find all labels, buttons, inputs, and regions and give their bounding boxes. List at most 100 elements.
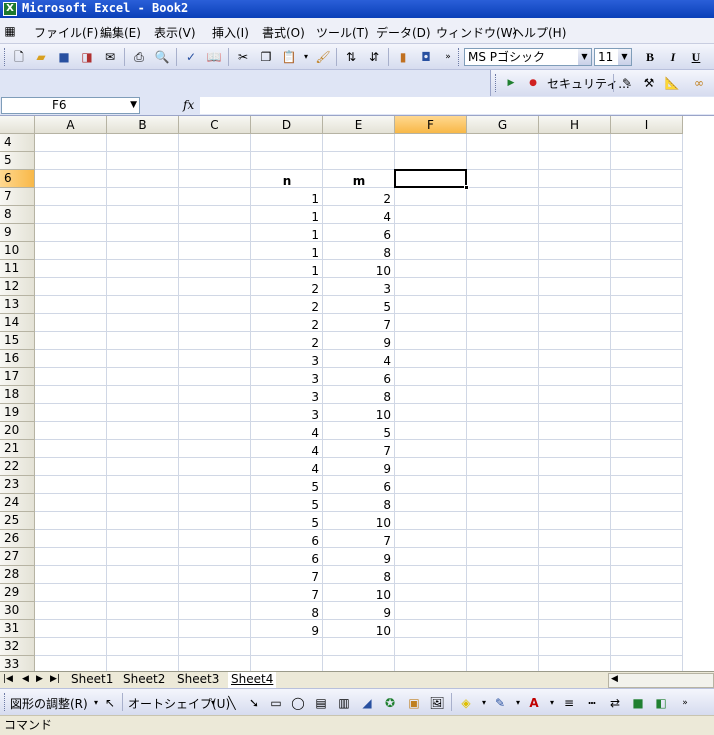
row-header-7[interactable]: 7 bbox=[0, 188, 35, 206]
data-cell[interactable]: 2 bbox=[323, 188, 395, 206]
data-cell[interactable]: 3 bbox=[251, 350, 323, 368]
fill-color-icon[interactable]: ◈ bbox=[458, 695, 474, 711]
script-editor-icon[interactable]: ∞ bbox=[691, 75, 707, 91]
record-macro-icon[interactable]: ● bbox=[525, 75, 541, 91]
underline-button[interactable]: U bbox=[688, 49, 704, 65]
column-header-i[interactable]: I bbox=[611, 116, 683, 134]
permission-icon[interactable]: ◨ bbox=[79, 49, 95, 65]
row-header-28[interactable]: 28 bbox=[0, 566, 35, 584]
security-button[interactable]: セキュリティ... bbox=[547, 75, 630, 92]
data-cell[interactable]: 3 bbox=[251, 404, 323, 422]
data-cell[interactable]: 1 bbox=[251, 242, 323, 260]
data-cell[interactable]: 3 bbox=[323, 278, 395, 296]
shadow-style-icon[interactable]: ■ bbox=[630, 695, 646, 711]
print-preview-icon[interactable]: 🔍 bbox=[154, 49, 170, 65]
workbook-icon[interactable]: ▦ bbox=[2, 23, 18, 39]
data-cell[interactable]: 6 bbox=[323, 224, 395, 242]
menu-data[interactable]: データ(D) bbox=[376, 24, 431, 41]
column-header-g[interactable]: G bbox=[467, 116, 539, 134]
column-header-e[interactable]: E bbox=[323, 116, 395, 134]
data-cell[interactable]: 8 bbox=[323, 386, 395, 404]
first-sheet-icon[interactable]: |◀ bbox=[3, 674, 13, 684]
data-cell[interactable]: 5 bbox=[323, 296, 395, 314]
menu-insert[interactable]: 挿入(I) bbox=[212, 24, 249, 41]
sheet-tab-2[interactable]: Sheet2 bbox=[120, 672, 168, 688]
arrow-icon[interactable]: ➘ bbox=[246, 695, 262, 711]
row-header-27[interactable]: 27 bbox=[0, 548, 35, 566]
data-cell[interactable]: 8 bbox=[323, 494, 395, 512]
row-header-22[interactable]: 22 bbox=[0, 458, 35, 476]
sheet-tab-1[interactable]: Sheet1 bbox=[68, 672, 116, 688]
column-header-f[interactable]: F bbox=[395, 116, 467, 134]
worksheet-grid[interactable]: A B C D E F G H I 4 5 6 7 8 9 10 11 12 13 14 15 16 17 18 19 20 21 2… bbox=[0, 116, 714, 671]
row-header-31[interactable]: 31 bbox=[0, 620, 35, 638]
research-icon[interactable]: 📖 bbox=[206, 49, 222, 65]
3d-style-icon[interactable]: ◧ bbox=[653, 695, 669, 711]
toolbar-grip[interactable] bbox=[495, 74, 498, 92]
data-cell[interactable]: 3 bbox=[251, 386, 323, 404]
row-header-5[interactable]: 5 bbox=[0, 152, 35, 170]
toolbar-options-icon[interactable]: » bbox=[677, 695, 693, 711]
chevron-down-icon[interactable]: ▾ bbox=[510, 695, 526, 711]
name-box[interactable]: F6 ▼ bbox=[1, 97, 140, 114]
sheet-tab-3[interactable]: Sheet3 bbox=[174, 672, 222, 688]
data-cell[interactable]: 2 bbox=[251, 314, 323, 332]
format-painter-icon[interactable]: 🖌 bbox=[315, 49, 331, 65]
row-header-10[interactable]: 10 bbox=[0, 242, 35, 260]
row-header-29[interactable]: 29 bbox=[0, 584, 35, 602]
control-toolbox-icon[interactable]: ⚒ bbox=[641, 75, 657, 91]
fill-handle[interactable] bbox=[464, 185, 469, 190]
picture-icon[interactable]: 🖼 bbox=[429, 695, 445, 711]
data-cell[interactable]: 9 bbox=[323, 458, 395, 476]
data-cell[interactable]: 4 bbox=[251, 440, 323, 458]
data-cell[interactable]: 2 bbox=[251, 296, 323, 314]
font-color-icon[interactable]: A bbox=[526, 695, 542, 711]
column-header-h[interactable]: H bbox=[539, 116, 611, 134]
excel-icon[interactable]: X bbox=[3, 2, 17, 16]
row-header-16[interactable]: 16 bbox=[0, 350, 35, 368]
data-cell[interactable]: 4 bbox=[251, 422, 323, 440]
data-cell[interactable]: 6 bbox=[323, 368, 395, 386]
chart-wizard-icon[interactable]: ▮ bbox=[395, 49, 411, 65]
row-header-6[interactable]: 6 bbox=[0, 170, 35, 188]
data-cell[interactable]: 5 bbox=[251, 494, 323, 512]
clipart-icon[interactable]: ▣ bbox=[406, 695, 422, 711]
row-header-9[interactable]: 9 bbox=[0, 224, 35, 242]
toolbar-grip[interactable] bbox=[458, 48, 461, 66]
column-title-cell[interactable]: n bbox=[251, 170, 323, 188]
data-cell[interactable]: 8 bbox=[323, 566, 395, 584]
chevron-down-icon[interactable]: ▾ bbox=[544, 695, 560, 711]
dash-style-icon[interactable]: ┅ bbox=[584, 695, 600, 711]
data-cell[interactable]: 6 bbox=[323, 476, 395, 494]
last-sheet-icon[interactable]: ▶| bbox=[50, 674, 60, 684]
data-cell[interactable]: 5 bbox=[323, 422, 395, 440]
row-header-19[interactable]: 19 bbox=[0, 404, 35, 422]
menu-format[interactable]: 書式(O) bbox=[262, 24, 305, 41]
scroll-left-icon[interactable]: ◀ bbox=[611, 674, 618, 684]
sort-descending-icon[interactable]: ⇵ bbox=[366, 49, 382, 65]
toolbar-options-icon[interactable]: » bbox=[440, 49, 456, 65]
font-size-select[interactable]: 11 ▼ bbox=[594, 48, 632, 66]
data-cell[interactable]: 7 bbox=[323, 314, 395, 332]
horizontal-scrollbar[interactable]: ◀ bbox=[608, 673, 714, 688]
row-header-25[interactable]: 25 bbox=[0, 512, 35, 530]
design-mode-icon[interactable]: 📐 bbox=[664, 75, 680, 91]
column-header-c[interactable]: C bbox=[179, 116, 251, 134]
vb-editor-icon[interactable]: ✎ bbox=[619, 75, 635, 91]
menu-tools[interactable]: ツール(T) bbox=[316, 24, 369, 41]
data-cell[interactable]: 10 bbox=[323, 584, 395, 602]
data-cell[interactable]: 10 bbox=[323, 404, 395, 422]
data-cell[interactable]: 10 bbox=[323, 512, 395, 530]
toolbar-grip[interactable] bbox=[4, 48, 7, 66]
formula-input[interactable] bbox=[200, 97, 714, 114]
data-cell[interactable]: 1 bbox=[251, 206, 323, 224]
data-cell[interactable]: 4 bbox=[323, 206, 395, 224]
row-header-14[interactable]: 14 bbox=[0, 314, 35, 332]
data-cell[interactable]: 7 bbox=[323, 440, 395, 458]
row-header-33[interactable]: 33 bbox=[0, 656, 35, 671]
print-icon[interactable]: ⎙ bbox=[131, 49, 147, 65]
data-cell[interactable]: 9 bbox=[323, 602, 395, 620]
row-header-23[interactable]: 23 bbox=[0, 476, 35, 494]
data-cell[interactable]: 10 bbox=[323, 260, 395, 278]
toolbar-grip[interactable] bbox=[4, 693, 7, 711]
